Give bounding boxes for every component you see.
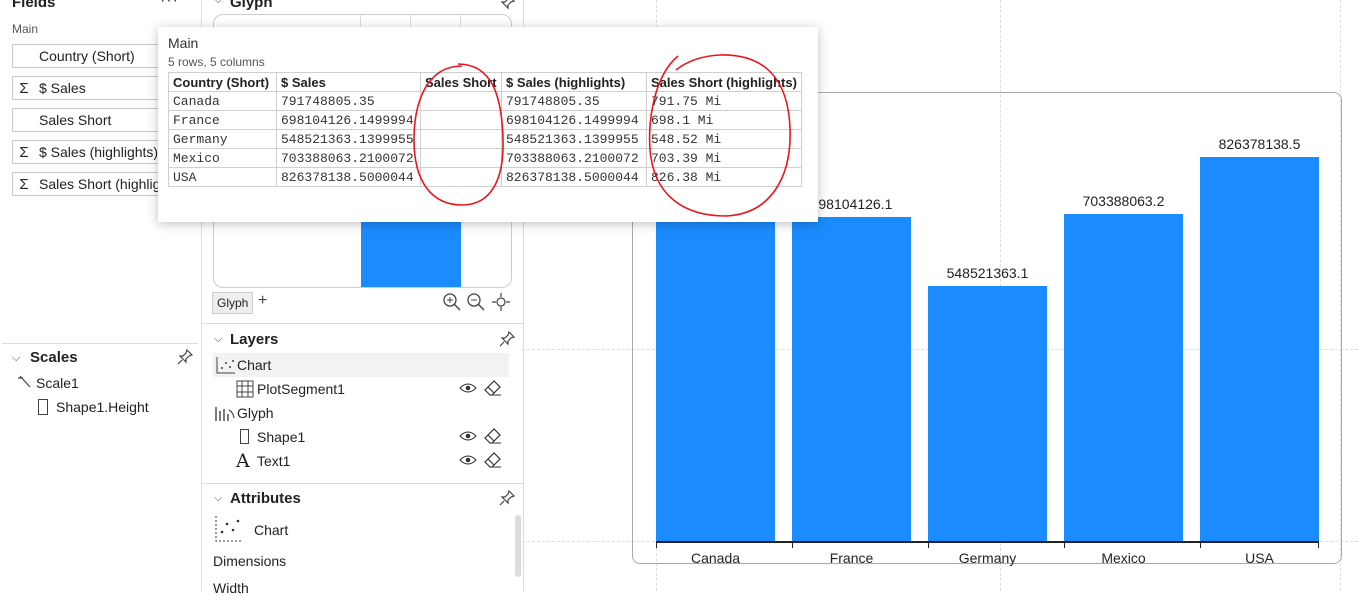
table-row: France 698104126.1499994 698104126.14999… bbox=[168, 110, 802, 130]
table-cell: Germany bbox=[168, 129, 277, 149]
table-cell: 791748805.35 bbox=[276, 91, 421, 111]
table-cell: USA bbox=[168, 167, 277, 187]
bar-value-label: 703388063.2 bbox=[1082, 193, 1165, 210]
table-cell: 826378138.5000044 bbox=[276, 167, 421, 187]
table-cell: 791.75 Mi bbox=[646, 91, 802, 111]
bar-value-label: 548521363.1 bbox=[946, 265, 1029, 282]
bar-germany[interactable] bbox=[928, 286, 1047, 541]
table-cell bbox=[420, 148, 502, 168]
table-cell: 548.52 Mi bbox=[646, 129, 802, 149]
table-cell: 703388063.2100072 bbox=[276, 148, 421, 168]
table-cell: 703.39 Mi bbox=[646, 148, 802, 168]
table-cell: 698104126.1499994 bbox=[501, 110, 647, 130]
bar-mexico[interactable] bbox=[1064, 214, 1183, 541]
table-cell bbox=[420, 91, 502, 111]
table-cell: France bbox=[168, 110, 277, 130]
table-cell: Canada bbox=[168, 91, 277, 111]
popup-subtitle: 5 rows, 5 columns bbox=[168, 55, 265, 69]
x-tick-label: Canada bbox=[690, 550, 741, 566]
table-cell: 703388063.2100072 bbox=[501, 148, 647, 168]
popup-title: Main bbox=[168, 35, 199, 51]
table-row: Germany 548521363.1399955 548521363.1399… bbox=[168, 129, 802, 149]
column-header: Country (Short) bbox=[168, 72, 277, 92]
table-cell bbox=[420, 110, 502, 130]
table-header-row: Country (Short) $ Sales Sales Short $ Sa… bbox=[168, 72, 802, 92]
table-cell bbox=[420, 167, 502, 187]
table-row: USA 826378138.5000044 826378138.5000044 … bbox=[168, 167, 802, 187]
table-row: Mexico 703388063.2100072 703388063.21000… bbox=[168, 148, 802, 168]
x-axis-tick bbox=[1318, 541, 1319, 548]
dataset-table: Country (Short) $ Sales Sales Short $ Sa… bbox=[168, 72, 802, 187]
bar-france[interactable] bbox=[792, 216, 911, 541]
x-tick-label: USA bbox=[1245, 550, 1274, 566]
table-cell: Mexico bbox=[168, 148, 277, 168]
x-axis-line bbox=[656, 541, 1318, 543]
column-header: Sales Short bbox=[420, 72, 502, 92]
table-cell: 826378138.5000044 bbox=[501, 167, 647, 187]
column-header: $ Sales bbox=[276, 72, 421, 92]
table-cell bbox=[420, 129, 502, 149]
table-cell: 698.1 Mi bbox=[646, 110, 802, 130]
x-tick-label: Mexico bbox=[1101, 550, 1146, 566]
column-header: $ Sales (highlights) bbox=[501, 72, 647, 92]
x-tick-label: France bbox=[829, 550, 874, 566]
dataset-preview-popup: Main 5 rows, 5 columns Country (Short) $… bbox=[158, 27, 818, 222]
table-cell: 698104126.1499994 bbox=[276, 110, 421, 130]
table-cell: 548521363.1399955 bbox=[501, 129, 647, 149]
table-cell: 548521363.1399955 bbox=[276, 129, 421, 149]
table-row: Canada 791748805.35 791748805.35 791.75 … bbox=[168, 91, 802, 111]
column-header: Sales Short (highlights) bbox=[646, 72, 802, 92]
table-cell: 791748805.35 bbox=[501, 91, 647, 111]
bar-usa[interactable] bbox=[1200, 157, 1319, 541]
table-cell: 826.38 Mi bbox=[646, 167, 802, 187]
x-tick-label: Germany bbox=[958, 550, 1017, 566]
bar-canada[interactable] bbox=[656, 173, 775, 541]
bar-value-label: 826378138.5 bbox=[1218, 136, 1301, 152]
